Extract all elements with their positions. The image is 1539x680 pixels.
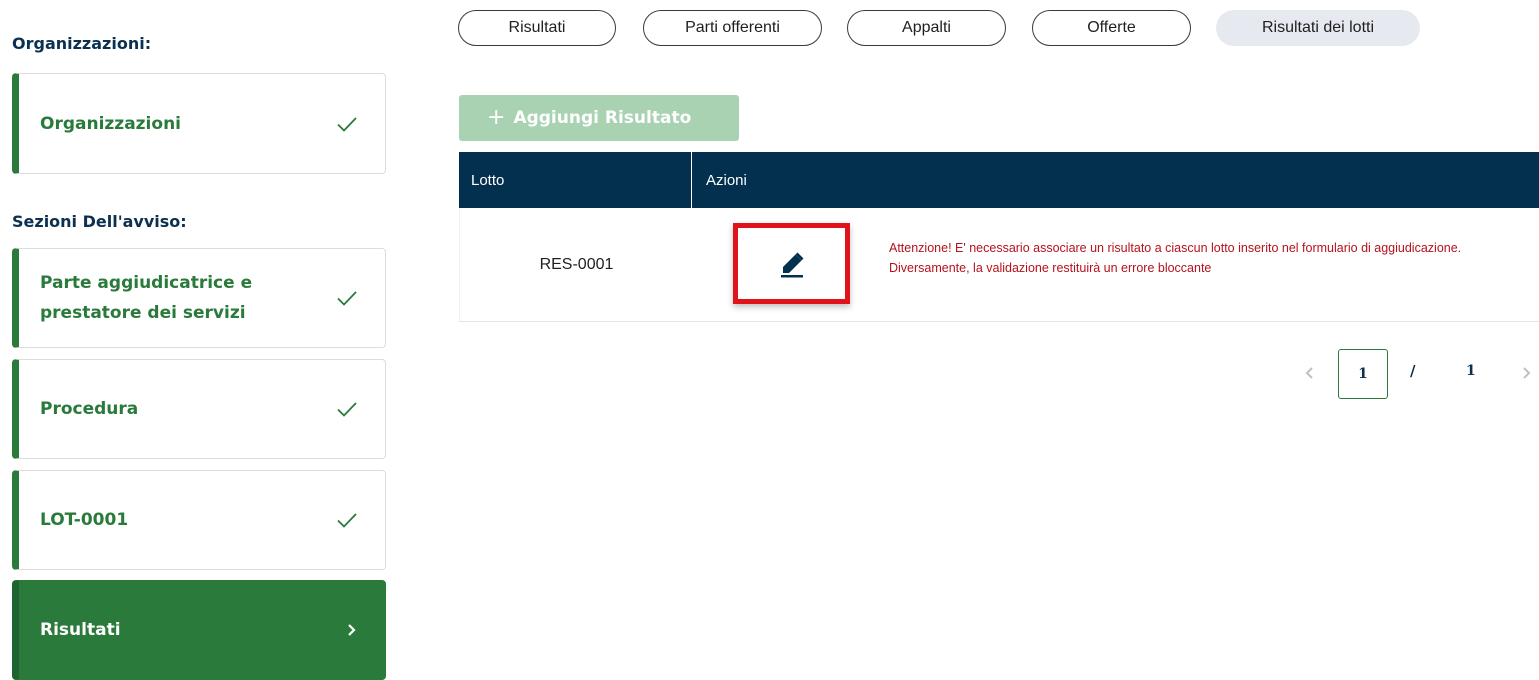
sidebar-item-parte-aggiudicatrice[interactable]: Parte aggiudicatrice e prestatore dei se… <box>12 248 386 348</box>
add-result-button[interactable]: + Aggiungi Risultato <box>459 95 739 141</box>
validation-warning: Attenzione! E' necessario associare un r… <box>889 241 1462 275</box>
total-pages: 1 <box>1466 363 1476 379</box>
sidebar-item-label-line1: Parte aggiudicatrice e <box>40 273 253 293</box>
lotto-cell: RES-0001 <box>539 255 614 273</box>
check-icon <box>337 402 357 417</box>
chevron-right-icon <box>348 624 356 636</box>
edit-button[interactable] <box>733 223 850 304</box>
chevron-right-icon <box>1523 367 1531 379</box>
sidebar-item-procedura[interactable]: Procedura <box>12 359 386 459</box>
next-page-button[interactable] <box>1515 360 1537 386</box>
sidebar-item-label-line2: prestatore dei servizi <box>40 303 246 323</box>
sidebar-item-lot-0001[interactable]: LOT-0001 <box>12 470 386 570</box>
sidebar-item-label: Procedura <box>40 399 139 419</box>
sidebar-item-risultati[interactable]: Risultati <box>12 580 386 680</box>
sidebar-item-label: Parte aggiudicatrice e prestatore dei se… <box>40 268 252 328</box>
results-table: Lotto Azioni RES-0001 Attenzione! E' nec… <box>459 152 1539 322</box>
page-separator: / <box>1410 362 1416 380</box>
tab-risultati[interactable]: Risultati <box>458 10 616 46</box>
organizations-heading: Organizzazioni: <box>12 34 152 53</box>
pencil-icon <box>780 252 803 277</box>
column-header-azioni: Azioni <box>706 171 747 189</box>
check-icon <box>337 513 357 528</box>
table-row: RES-0001 Attenzione! E' necessario assoc… <box>459 208 1539 322</box>
plus-icon: + <box>487 105 506 130</box>
sidebar-item-label: Organizzazioni <box>40 113 181 134</box>
tab-appalti[interactable]: Appalti <box>847 10 1006 46</box>
check-icon <box>337 291 357 306</box>
check-icon <box>337 116 357 132</box>
tab-risultati-dei-lotti[interactable]: Risultati dei lotti <box>1216 10 1420 46</box>
tab-offerte[interactable]: Offerte <box>1032 10 1191 46</box>
sidebar-item-organizzazioni[interactable]: Organizzazioni <box>12 73 386 174</box>
sidebar: Organizzazioni: Organizzazioni Sezioni D… <box>0 0 400 680</box>
column-header-lotto: Lotto <box>459 152 692 208</box>
sections-heading: Sezioni Dell'avviso: <box>12 212 187 231</box>
table-header: Lotto Azioni <box>459 152 1539 208</box>
tab-parti-offerenti[interactable]: Parti offerenti <box>643 10 822 46</box>
sidebar-item-label: LOT-0001 <box>40 510 129 530</box>
add-result-label: Aggiungi Risultato <box>513 108 692 128</box>
current-page-input[interactable]: 1 <box>1338 349 1388 399</box>
chevron-left-icon <box>1305 367 1313 379</box>
sidebar-item-label: Risultati <box>40 620 121 640</box>
previous-page-button[interactable] <box>1299 360 1321 386</box>
